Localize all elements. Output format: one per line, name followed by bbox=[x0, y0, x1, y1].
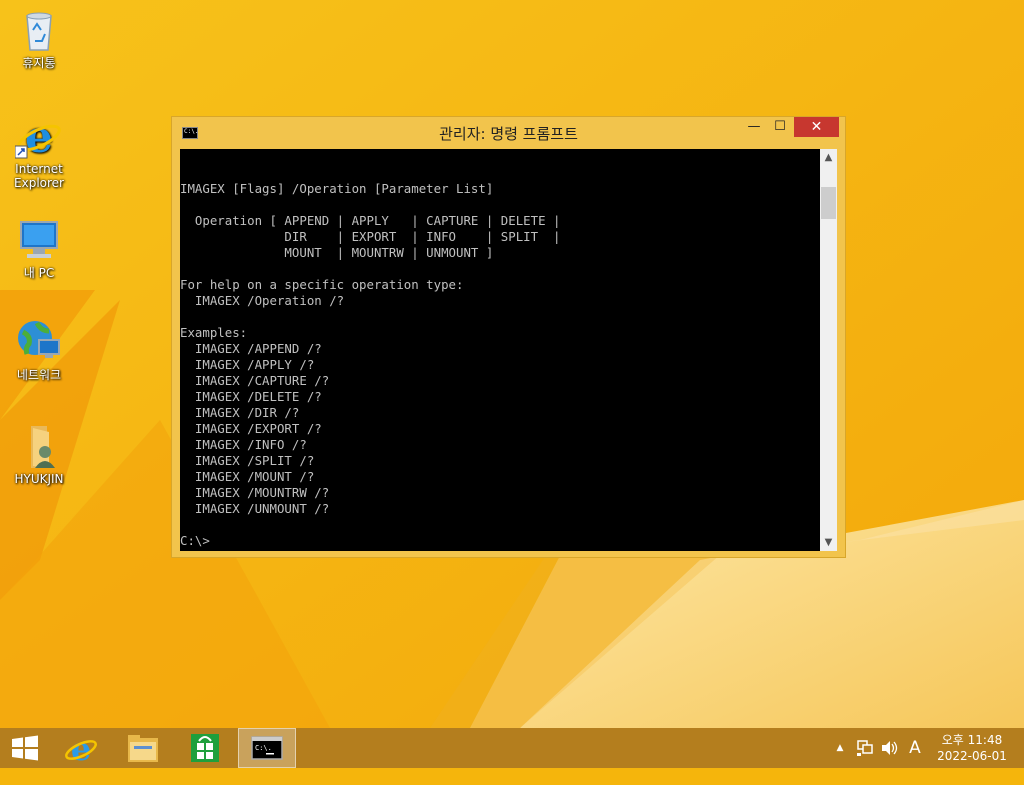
network-tray-icon[interactable] bbox=[855, 728, 875, 768]
clock-date: 2022-06-01 bbox=[937, 749, 1007, 763]
desktop-icon-label: Internet Explorer bbox=[14, 162, 64, 190]
start-icon bbox=[12, 735, 38, 761]
scroll-up-arrow-icon[interactable]: ▲ bbox=[820, 149, 837, 166]
desktop-icon-user-folder[interactable]: HYUKJIN bbox=[1, 422, 77, 486]
internet-explorer-icon: e bbox=[14, 112, 63, 163]
svg-text:e: e bbox=[25, 112, 53, 160]
command-prompt-icon: C:\. bbox=[251, 736, 283, 760]
clock-time: 오후 11:48 bbox=[941, 733, 1003, 747]
network-icon bbox=[15, 318, 63, 366]
taskbar-command-prompt[interactable]: C:\. bbox=[238, 728, 296, 768]
store-icon bbox=[191, 734, 219, 762]
taskbar: e C:\. ▲ A 오후 11:48 2022-06-01 bbox=[0, 728, 1024, 768]
minimize-button[interactable]: — bbox=[741, 117, 767, 137]
taskbar-internet-explorer[interactable]: e bbox=[58, 728, 104, 768]
taskbar-store[interactable] bbox=[182, 728, 228, 768]
scroll-down-arrow-icon[interactable]: ▼ bbox=[820, 534, 837, 551]
vertical-scrollbar[interactable]: ▲ ▼ bbox=[820, 149, 837, 551]
clock[interactable]: 오후 11:48 2022-06-01 bbox=[930, 732, 1014, 764]
desktop-icon-label: HYUKJIN bbox=[14, 472, 64, 486]
close-button[interactable]: ✕ bbox=[794, 117, 839, 137]
title-bar[interactable]: C:\. 관리자: 명령 프롬프트 — ☐ ✕ bbox=[172, 117, 845, 149]
desktop-icon-label: 휴지통 bbox=[22, 56, 56, 70]
volume-icon[interactable] bbox=[879, 728, 899, 768]
user-folder-icon bbox=[15, 422, 63, 470]
internet-explorer-icon: e bbox=[65, 730, 97, 768]
start-button[interactable] bbox=[0, 728, 50, 768]
desktop-icon-network[interactable]: 네트워크 bbox=[1, 318, 77, 382]
file-explorer-icon bbox=[128, 735, 158, 762]
svg-text:e: e bbox=[71, 730, 91, 768]
scrollbar-thumb[interactable] bbox=[821, 187, 836, 219]
desktop-icon-this-pc[interactable]: 내 PC bbox=[1, 216, 77, 280]
console-output[interactable]: IMAGEX [Flags] /Operation [Parameter Lis… bbox=[180, 149, 820, 551]
command-prompt-window[interactable]: C:\. 관리자: 명령 프롬프트 — ☐ ✕ IMAGEX [Flags] /… bbox=[171, 116, 846, 558]
show-hidden-icons-chevron-icon[interactable]: ▲ bbox=[832, 728, 848, 768]
desktop-icon-label: 네트워크 bbox=[16, 368, 62, 382]
maximize-button[interactable]: ☐ bbox=[767, 117, 793, 137]
desktop-icon-recycle-bin[interactable]: 휴지통 bbox=[1, 6, 77, 70]
desktop: 휴지통 e Internet Explorer 내 PC 네트워크 HYUKJI… bbox=[0, 0, 1024, 728]
console-text: IMAGEX [Flags] /Operation [Parameter Lis… bbox=[180, 181, 561, 548]
desktop-icon-label: 내 PC bbox=[23, 266, 55, 280]
input-method-indicator[interactable]: A bbox=[904, 728, 926, 768]
recycle-bin-icon bbox=[15, 6, 63, 54]
svg-text:C:\.: C:\. bbox=[255, 744, 272, 752]
desktop-icon-internet-explorer[interactable]: e Internet Explorer bbox=[1, 112, 77, 190]
taskbar-file-explorer[interactable] bbox=[120, 728, 166, 768]
computer-icon bbox=[15, 216, 63, 264]
